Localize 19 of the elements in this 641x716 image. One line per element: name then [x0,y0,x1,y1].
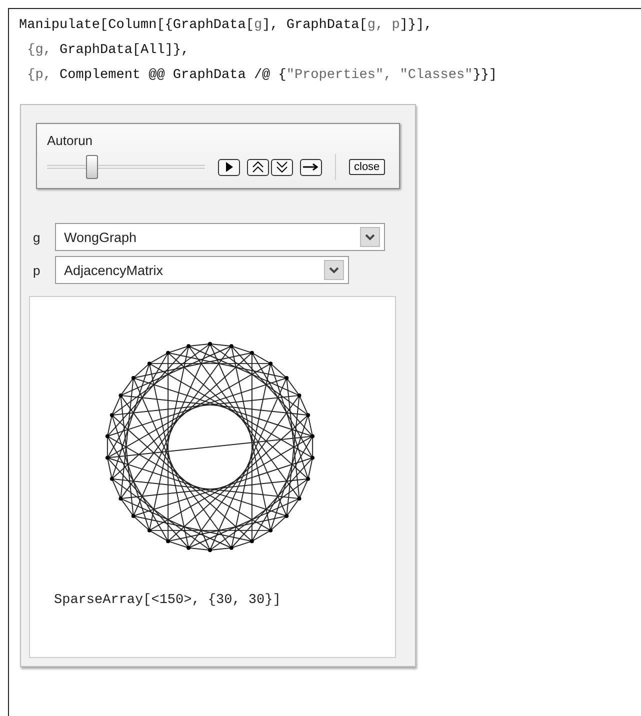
close-button[interactable]: close [349,159,385,175]
play-icon [224,162,234,172]
autorun-label: Autorun [47,133,93,148]
direction-button[interactable] [300,158,322,176]
dropdown[interactable]: WongGraph [55,223,385,251]
control-label: p [33,262,42,278]
play-button[interactable] [218,158,240,176]
code-line: {g, GraphData[All]}, [26,42,190,60]
double-chevron-down-icon [276,161,288,173]
arrow-right-icon [303,162,319,172]
result-text: SparseArray[<150>, {30, 30}] [54,593,281,608]
control-label: g [33,230,42,244]
slider-thumb[interactable] [86,155,98,179]
code-line: {p, Complement @@ GraphData /@ {"Properties", "Classes"}}] [26,67,498,85]
double-chevron-up-icon [252,161,264,173]
code-line: Manipulate[Column[{GraphData[g], GraphData[g, p]}], [19,17,434,35]
faster-button[interactable] [247,158,269,176]
dropdown[interactable]: AdjacencyMatrix [55,256,349,284]
slower-button[interactable] [271,158,293,176]
